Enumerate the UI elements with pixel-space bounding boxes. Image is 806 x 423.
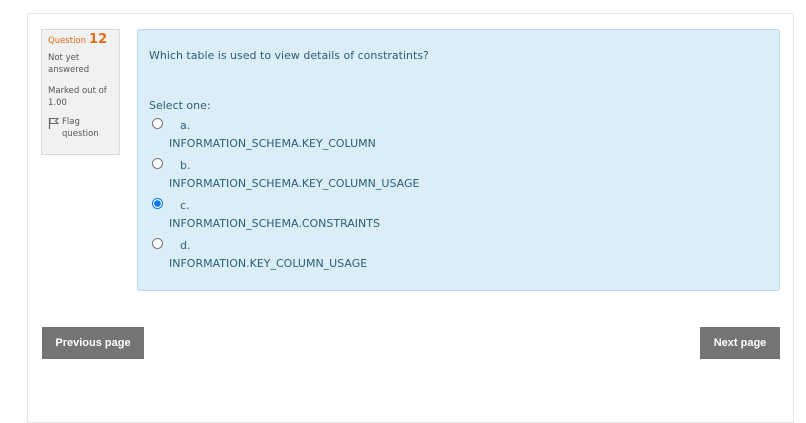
answer-radio-d[interactable] [152, 238, 163, 249]
answer-option-d[interactable]: d. INFORMATION.KEY_COLUMN_USAGE [149, 236, 749, 276]
answer-option-a[interactable]: a. INFORMATION_SCHEMA.KEY_COLUMN [149, 116, 749, 156]
previous-page-button[interactable]: Previous page [42, 327, 144, 359]
answer-text[interactable]: INFORMATION_SCHEMA.CONSTRAINTS [169, 217, 380, 230]
select-prompt: Select one: [149, 99, 211, 112]
flag-question-label: Flag question [62, 116, 99, 140]
answer-letter: c. [180, 199, 190, 212]
answer-radio-a[interactable] [152, 118, 163, 129]
answer-letter: b. [180, 159, 191, 172]
question-number-value: 12 [89, 32, 108, 47]
flag-icon [48, 117, 59, 129]
answer-option-b[interactable]: b. INFORMATION_SCHEMA.KEY_COLUMN_USAGE [149, 156, 749, 196]
answer-radio-b[interactable] [152, 158, 163, 169]
question-content: Which table is used to view details of c… [137, 29, 780, 291]
question-number: Question 12 [48, 32, 119, 48]
answer-text[interactable]: INFORMATION.KEY_COLUMN_USAGE [169, 257, 367, 270]
answer-letter: d. [180, 239, 191, 252]
next-page-button[interactable]: Next page [700, 327, 780, 359]
answer-option-c[interactable]: c. INFORMATION_SCHEMA.CONSTRAINTS [149, 196, 749, 236]
answer-list: a. INFORMATION_SCHEMA.KEY_COLUMN b. INFO… [149, 116, 749, 276]
answer-text[interactable]: INFORMATION_SCHEMA.KEY_COLUMN [169, 137, 376, 150]
question-state: Not yet answered [48, 52, 90, 76]
answer-text[interactable]: INFORMATION_SCHEMA.KEY_COLUMN_USAGE [169, 177, 419, 190]
flag-question-toggle[interactable]: Flag question [48, 116, 119, 141]
question-number-label: Question [48, 36, 87, 46]
question-text: Which table is used to view details of c… [149, 49, 429, 62]
question-info-panel: Question 12 Not yet answered Marked out … [41, 29, 120, 155]
question-grade: Marked out of 1.00 [48, 85, 107, 109]
answer-radio-c[interactable] [152, 198, 163, 209]
answer-letter: a. [180, 119, 191, 132]
